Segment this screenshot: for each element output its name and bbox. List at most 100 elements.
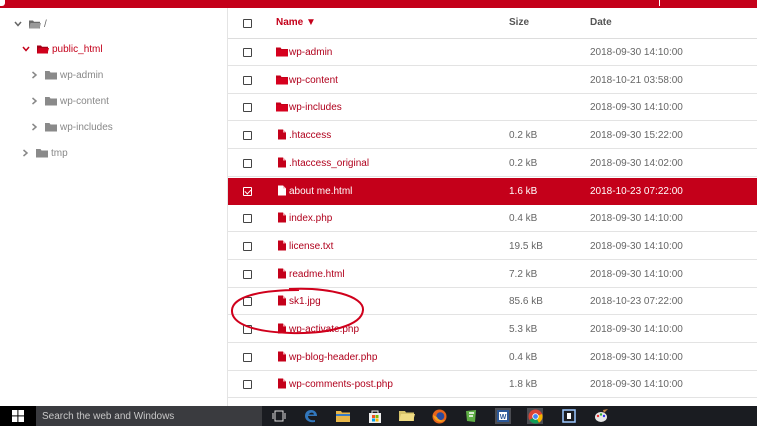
paint-icon[interactable] [593, 408, 609, 424]
chrome-icon[interactable] [527, 408, 543, 424]
row-checkbox[interactable] [243, 241, 252, 251]
file-name[interactable]: wp-activate.php [289, 324, 359, 335]
table-row[interactable]: index.php 0.4 kB 2018-09-30 14:10:00 [228, 205, 757, 233]
row-checkbox[interactable] [243, 269, 252, 279]
table-row[interactable]: readme.html 7.2 kB 2018-09-30 14:10:00 [228, 261, 757, 288]
file-icon [278, 351, 286, 362]
tree-node-wp-content[interactable]: wp-content [29, 93, 109, 109]
logo-fragment [0, 0, 5, 6]
file-name[interactable]: about me.html [289, 186, 352, 197]
file-icon [278, 157, 286, 168]
foxit-icon[interactable] [463, 408, 479, 424]
table-row[interactable]: wp-comments-post.php 1.8 kB 2018-09-30 14:… [228, 371, 757, 399]
file-date: 2018-09-30 14:10:00 [590, 240, 683, 252]
row-checkbox[interactable] [243, 48, 252, 57]
network-icon[interactable] [561, 408, 577, 424]
chevron-right-icon[interactable] [29, 122, 39, 132]
column-header-name[interactable]: Name ▼ [276, 17, 316, 28]
folder-icon [45, 71, 57, 80]
row-checkbox[interactable] [243, 325, 252, 334]
file-icon [278, 378, 286, 389]
chevron-down-icon[interactable] [13, 19, 23, 29]
file-date: 2018-09-30 14:10:00 [590, 351, 683, 363]
row-checkbox[interactable] [243, 214, 252, 224]
file-name[interactable]: sk1.jpg [289, 296, 321, 307]
table-row[interactable]: wp-includes 2018-09-30 14:10:00 [228, 94, 757, 122]
start-button[interactable] [0, 406, 36, 426]
file-name[interactable]: .htaccess_original [289, 158, 369, 169]
tree-node-root[interactable]: / [13, 16, 47, 32]
folder-icon[interactable] [399, 408, 415, 424]
file-date: 2018-09-30 14:10:00 [590, 102, 683, 114]
folder-icon [36, 149, 48, 158]
row-checkbox[interactable] [243, 186, 252, 196]
table-row[interactable]: .htaccess 0.2 kB 2018-09-30 15:22:00 [228, 122, 757, 150]
row-checkbox[interactable] [243, 352, 252, 362]
table-row[interactable]: license.txt 19.5 kB 2018-09-30 14:10:00 [228, 233, 757, 260]
row-checkbox[interactable] [243, 103, 252, 113]
tree-label-wp-admin: wp-admin [60, 69, 104, 81]
tree-node-tmp[interactable]: tmp [20, 145, 68, 161]
file-name[interactable]: wp-blog-header.php [289, 352, 377, 363]
file-date: 2018-09-30 15:22:00 [590, 130, 683, 142]
folder-icon [276, 47, 288, 57]
file-date: 2018-09-30 14:10:00 [590, 379, 683, 391]
file-icon [278, 268, 286, 279]
file-name[interactable]: wp-includes [289, 102, 342, 113]
file-date: 2018-09-30 14:10:00 [590, 324, 683, 335]
row-checkbox[interactable] [243, 380, 252, 390]
table-row[interactable]: wp-activate.php 5.3 kB 2018-09-30 14:10:00 [228, 316, 757, 343]
word-icon[interactable]: W [495, 408, 511, 424]
store-icon[interactable] [367, 408, 383, 424]
file-explorer-icon[interactable] [335, 408, 351, 424]
tree-label-public-html: public_html [52, 43, 103, 55]
column-header-date[interactable]: Date [590, 17, 612, 28]
folder-icon [276, 75, 288, 85]
chevron-right-icon[interactable] [20, 148, 30, 158]
table-row[interactable]: wp-content 2018-10-21 03:58:00 [228, 67, 757, 94]
tree-node-wp-includes[interactable]: wp-includes [29, 119, 113, 135]
tree-node-public-html[interactable]: public_html [21, 41, 103, 57]
file-size: 1.8 kB [509, 379, 538, 391]
row-checkbox[interactable] [243, 131, 252, 141]
tree-node-wp-admin[interactable]: wp-admin [29, 67, 103, 83]
file-icon [278, 185, 286, 195]
row-checkbox[interactable] [243, 158, 252, 168]
file-name[interactable]: wp-content [289, 75, 338, 86]
file-name[interactable]: .htaccess [289, 130, 331, 141]
file-date: 2018-10-21 03:58:00 [590, 74, 683, 86]
table-row[interactable]: .htaccess_original 0.2 kB 2018-09-30 14:02… [228, 150, 757, 177]
file-date: 2018-10-23 07:22:00 [590, 185, 683, 197]
file-icon [278, 212, 286, 223]
file-name[interactable]: readme.html [289, 269, 345, 280]
file-icon [278, 240, 286, 251]
tree-label-wp-includes: wp-includes [60, 121, 113, 133]
chevron-right-icon[interactable] [29, 70, 39, 80]
tree-label-root: / [44, 18, 47, 30]
table-row[interactable]: wp-blog-header.php 0.4 kB 2018-09-30 14:10… [228, 344, 757, 371]
edge-icon[interactable] [303, 408, 319, 424]
tree-label-tmp: tmp [51, 147, 68, 159]
file-name[interactable]: wp-comments-post.php [289, 379, 393, 390]
firefox-icon[interactable] [431, 408, 447, 424]
row-checkbox[interactable] [243, 297, 252, 307]
row-checkbox[interactable] [243, 75, 252, 85]
file-name[interactable]: wp-admin [289, 47, 332, 58]
file-size: 5.3 kB [509, 324, 538, 335]
chevron-right-icon[interactable] [29, 96, 39, 106]
windows-logo-icon[interactable] [12, 410, 24, 422]
column-header-size[interactable]: Size [509, 17, 529, 28]
table-row[interactable]: about me.html 1.6 kB 2018-10-23 07:22:00 [228, 177, 757, 205]
folder-tree: / public_html wp-admin wp-content wp-inc… [0, 8, 228, 406]
table-row[interactable]: sk1.jpg 85.6 kB 2018-10-23 07:22:00 [228, 288, 757, 316]
table-row[interactable]: wp-admin 2018-09-30 14:10:00 [228, 39, 757, 66]
file-size: 7.2 kB [509, 268, 538, 280]
taskbar-search-box[interactable]: Search the web and Windows [36, 406, 262, 426]
file-size: 85.6 kB [509, 296, 543, 308]
file-name[interactable]: index.php [289, 213, 332, 224]
file-name[interactable]: license.txt [289, 241, 333, 252]
chevron-down-icon[interactable] [21, 44, 31, 54]
select-all-checkbox[interactable] [243, 19, 252, 28]
tree-label-wp-content: wp-content [60, 95, 109, 107]
task-view-icon[interactable] [271, 408, 287, 424]
